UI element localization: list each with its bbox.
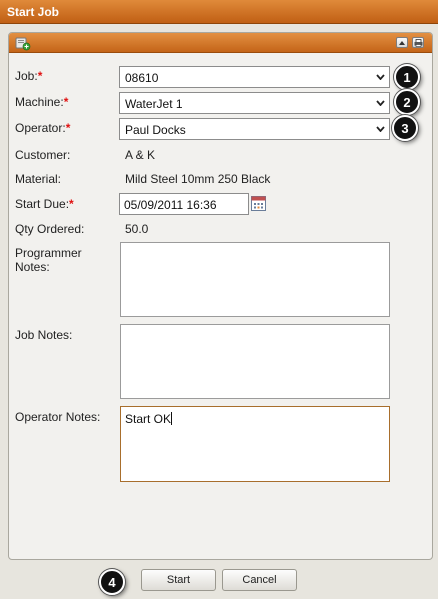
- operator-label-text: Operator:: [15, 121, 66, 135]
- start-due-input[interactable]: 05/09/2011 16:36: [119, 193, 249, 215]
- job-select[interactable]: 08610: [119, 66, 390, 88]
- material-label: Material:: [15, 172, 62, 186]
- machine-value: WaterJet 1: [125, 97, 183, 111]
- job-label-text: Job:: [15, 69, 38, 83]
- programmer-notes-label-line2: Notes:: [15, 260, 50, 274]
- programmer-notes-textarea[interactable]: [120, 242, 390, 317]
- callout-4: 4: [99, 569, 125, 595]
- operator-select[interactable]: Paul Docks: [119, 118, 390, 140]
- job-notes-label: Job Notes:: [15, 328, 73, 342]
- start-due-value: 05/09/2011 16:36: [124, 198, 217, 212]
- material-value: Mild Steel 10mm 250 Black: [125, 172, 271, 186]
- qty-ordered-label: Qty Ordered:: [15, 222, 85, 236]
- programmer-notes-label: Programmer Notes:: [15, 246, 82, 274]
- start-button[interactable]: Start: [141, 569, 216, 591]
- required-mark: *: [65, 121, 71, 135]
- chevron-down-icon[interactable]: [372, 93, 389, 113]
- operator-notes-content: Start OK: [125, 412, 173, 426]
- required-mark: *: [37, 69, 43, 83]
- callout-2: 2: [394, 89, 420, 115]
- window-title: Start Job: [7, 5, 60, 19]
- customer-label: Customer:: [15, 148, 71, 162]
- print-icon[interactable]: [412, 37, 424, 48]
- job-notes-textarea[interactable]: [120, 324, 390, 399]
- programmer-notes-label-line1: Programmer: [15, 246, 82, 260]
- operator-notes-label: Operator Notes:: [15, 410, 101, 424]
- chevron-down-icon[interactable]: [372, 119, 389, 139]
- required-mark: *: [63, 95, 69, 109]
- window-title-bar: Start Job: [0, 0, 438, 24]
- qty-ordered-value: 50.0: [125, 222, 149, 236]
- customer-value: A & K: [125, 148, 156, 162]
- add-job-icon: [15, 35, 31, 51]
- text-caret: [171, 412, 173, 425]
- operator-value: Paul Docks: [125, 123, 186, 137]
- panel-header: [9, 33, 432, 53]
- machine-label: Machine:*: [15, 95, 68, 109]
- calendar-icon[interactable]: [250, 194, 267, 212]
- start-due-label-text: Start Due:: [15, 197, 70, 211]
- collapse-icon[interactable]: [396, 37, 408, 48]
- required-mark: *: [69, 197, 74, 211]
- machine-label-text: Machine:: [15, 95, 64, 109]
- chevron-down-icon[interactable]: [372, 67, 389, 87]
- callout-1: 1: [394, 64, 420, 90]
- job-label: Job:*: [15, 69, 42, 83]
- cancel-button[interactable]: Cancel: [222, 569, 297, 591]
- start-due-label: Start Due:*: [15, 197, 74, 211]
- operator-notes-textarea[interactable]: Start OK: [120, 406, 390, 482]
- operator-label: Operator:*: [15, 121, 70, 135]
- machine-select[interactable]: WaterJet 1: [119, 92, 390, 114]
- job-value: 08610: [125, 71, 159, 85]
- callout-3: 3: [392, 115, 418, 141]
- operator-notes-value: Start OK: [125, 412, 172, 426]
